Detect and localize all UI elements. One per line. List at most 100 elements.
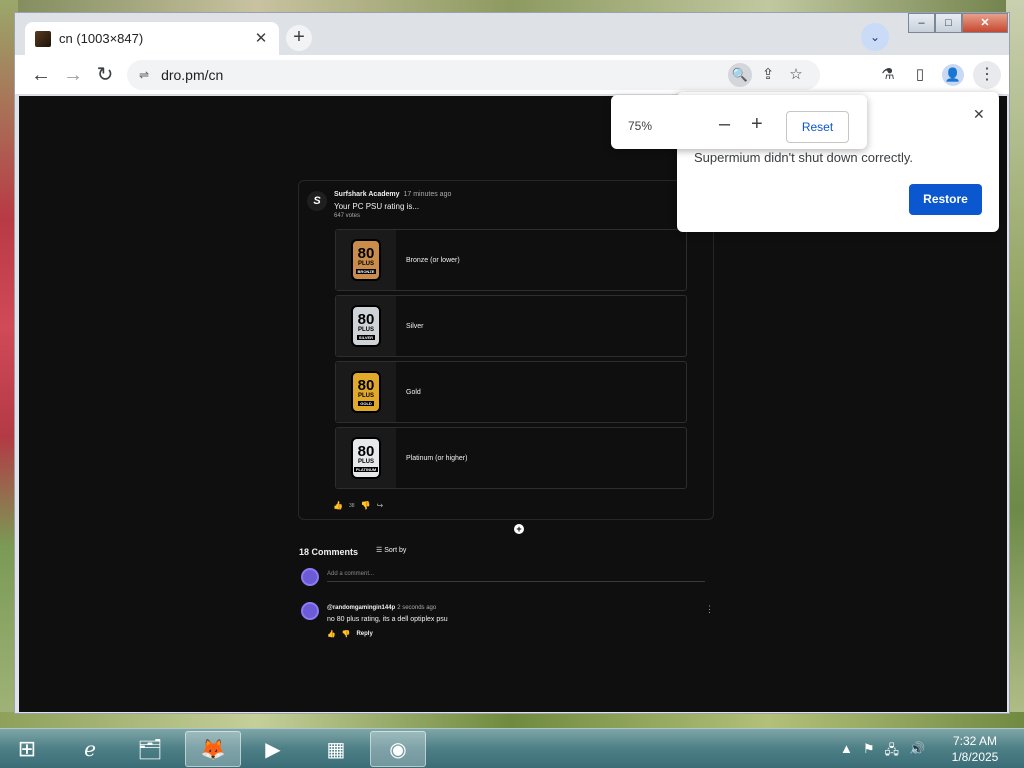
badge-tier: GOLD [358, 401, 374, 406]
channel-name-text[interactable]: Surfshark Academy [334, 191, 400, 198]
show-hidden-icons-icon[interactable]: ▲ [840, 741, 853, 763]
poll-option-gold[interactable]: 80 PLUS GOLD Gold [335, 361, 687, 423]
badge-number: 80 [357, 245, 375, 262]
poll-option-label: Gold [406, 388, 421, 396]
tab-close-icon[interactable]: ✕ [253, 30, 269, 47]
poll-option-bronze[interactable]: 80 PLUS BRONZE Bronze (or lower) [335, 229, 687, 291]
badge-tier: SILVER [356, 335, 376, 340]
side-panel-icon[interactable]: ▯ [909, 64, 931, 86]
profile-avatar-icon[interactable]: 👤 [942, 64, 964, 86]
option-thumbnail: 80 PLUS BRONZE [336, 230, 396, 290]
badge-tier: PLATINUM [353, 467, 379, 472]
poll-vote-count: 647 votes [334, 213, 361, 219]
comment-author[interactable]: @randomgamingin144p 2 seconds ago [327, 605, 436, 611]
poll-option-label: Bronze (or lower) [406, 256, 460, 264]
comment-author-avatar[interactable] [301, 602, 319, 620]
desktop-wallpaper-bottom [0, 712, 1024, 728]
80-plus-bronze-badge-icon: 80 PLUS BRONZE [351, 239, 381, 281]
add-comment-input[interactable]: Add a comment... [327, 571, 705, 582]
action-center-flag-icon[interactable]: ⚑ [863, 741, 875, 763]
badge-plus: PLUS [357, 393, 374, 399]
system-tray: ▲ ⚑ 🖧 🔊 [840, 741, 935, 763]
browser-toolbar: ← → ↻ ⇌ dro.pm/cn 🔍 ⇪ ☆ ⚗ ▯ 👤 ⋮ [15, 55, 1009, 95]
labs-flask-icon[interactable]: ⚗ [877, 64, 899, 86]
zoom-icon[interactable]: 🔍 [728, 63, 752, 87]
badge-plus: PLUS [357, 327, 374, 333]
zoom-reset-button[interactable]: Reset [786, 111, 849, 143]
start-button[interactable]: ⊞ [4, 731, 50, 767]
url-text[interactable]: dro.pm/cn [161, 67, 728, 83]
tab-strip: cn (1003×847) ✕ + ⌄ – □ ✕ [15, 13, 1009, 55]
network-icon[interactable]: 🖧 [885, 741, 900, 763]
browser-menu-icon[interactable]: ⋮ [973, 61, 1001, 89]
close-window-button[interactable]: ✕ [962, 13, 1008, 33]
option-thumbnail: 80 PLUS PLATINUM [336, 428, 396, 488]
zoom-out-button[interactable]: – [719, 113, 730, 136]
badge-number: 80 [357, 311, 375, 328]
share-post-icon[interactable]: ↪ [377, 501, 384, 510]
comment-like-icon[interactable]: 👍 [327, 630, 336, 638]
forward-icon[interactable]: → [61, 63, 85, 87]
internet-explorer-icon[interactable]: ℯ [62, 731, 118, 767]
comments-count: 18 Comments [299, 547, 359, 557]
comment-menu-icon[interactable]: ⋮ [705, 604, 714, 615]
80-plus-platinum-badge-icon: 80 PLUS PLATINUM [351, 437, 381, 479]
channel-name[interactable]: Surfshark Academy 17 minutes ago [334, 191, 451, 198]
bookmark-star-icon[interactable]: ☆ [784, 63, 808, 87]
post-actions: 👍 38 👎 ↪ [333, 501, 389, 510]
badge-plus: PLUS [357, 459, 374, 465]
clock-time: 7:32 AM [952, 734, 998, 748]
browser-window: cn (1003×847) ✕ + ⌄ – □ ✕ ← → ↻ ⇌ dro.pm… [14, 12, 1010, 714]
mouse-cursor-icon: + [514, 524, 524, 534]
badge-plus: PLUS [357, 261, 374, 267]
poll-option-silver[interactable]: 80 PLUS SILVER Silver [335, 295, 687, 357]
restore-message: Supermium didn't shut down correctly. [694, 150, 914, 165]
site-info-icon[interactable]: ⇌ [139, 68, 149, 82]
sort-icon: ☰ [376, 547, 383, 554]
sort-by-button[interactable]: ☰ Sort by [376, 546, 406, 554]
option-thumbnail: 80 PLUS GOLD [336, 362, 396, 422]
like-count: 38 [348, 502, 355, 509]
clock-date: 1/8/2025 [951, 750, 999, 764]
zoom-in-button[interactable]: + [751, 113, 763, 136]
tab-search-button[interactable]: ⌄ [861, 23, 889, 51]
comment-actions: 👍 👎 Reply [327, 630, 379, 638]
back-icon[interactable]: ← [29, 63, 53, 87]
tab-active[interactable]: cn (1003×847) ✕ [25, 22, 279, 55]
channel-avatar[interactable]: S [307, 191, 327, 211]
file-explorer-icon[interactable]: 🗂 [122, 731, 178, 767]
badge-number: 80 [357, 443, 375, 460]
zoom-level: 75% [628, 119, 653, 133]
minimize-button[interactable]: – [908, 13, 935, 33]
maximize-button[interactable]: □ [935, 13, 962, 33]
reply-button[interactable]: Reply [356, 631, 372, 637]
badge-number: 80 [357, 377, 375, 394]
reload-icon[interactable]: ↻ [93, 63, 117, 87]
like-icon[interactable]: 👍 [333, 501, 343, 510]
community-post-card: S Surfshark Academy 17 minutes ago Your P… [298, 180, 714, 520]
comment-dislike-icon[interactable]: 👎 [342, 630, 351, 638]
volume-icon[interactable]: 🔊 [909, 741, 925, 763]
post-time: 17 minutes ago [403, 191, 452, 198]
taskbar: ⊞ ℯ 🗂 🦊 ▶ ▦ ◉ ▲ ⚑ 🖧 🔊 7:32 AM 1/8/2025 [0, 728, 1024, 768]
media-player-icon[interactable]: ▶ [245, 731, 301, 767]
app-window-icon[interactable]: ▦ [308, 731, 364, 767]
supermium-browser-icon[interactable]: ◉ [370, 731, 426, 767]
poll-option-label: Platinum (or higher) [406, 454, 468, 462]
comment-time: 2 seconds ago [397, 605, 437, 611]
poll-option-label: Silver [406, 322, 424, 330]
restore-button[interactable]: Restore [909, 184, 982, 215]
poll-option-platinum[interactable]: 80 PLUS PLATINUM Platinum (or higher) [335, 427, 687, 489]
firefox-icon[interactable]: 🦊 [185, 731, 241, 767]
comment-author-name[interactable]: @randomgamingin144p [327, 605, 395, 611]
system-clock[interactable]: 7:32 AM 1/8/2025 [940, 733, 1010, 765]
dislike-icon[interactable]: 👎 [361, 501, 371, 510]
new-tab-button[interactable]: + [286, 25, 312, 51]
poll-question: Your PC PSU rating is... [334, 202, 420, 211]
80-plus-gold-badge-icon: 80 PLUS GOLD [351, 371, 381, 413]
restore-close-icon[interactable]: ✕ [973, 106, 985, 123]
share-icon[interactable]: ⇪ [756, 63, 780, 87]
comment-text: no 80 plus rating, its a dell optiplex p… [327, 616, 448, 623]
tab-favicon-icon [35, 30, 51, 47]
address-bar[interactable]: ⇌ dro.pm/cn 🔍 ⇪ ☆ [127, 60, 820, 90]
